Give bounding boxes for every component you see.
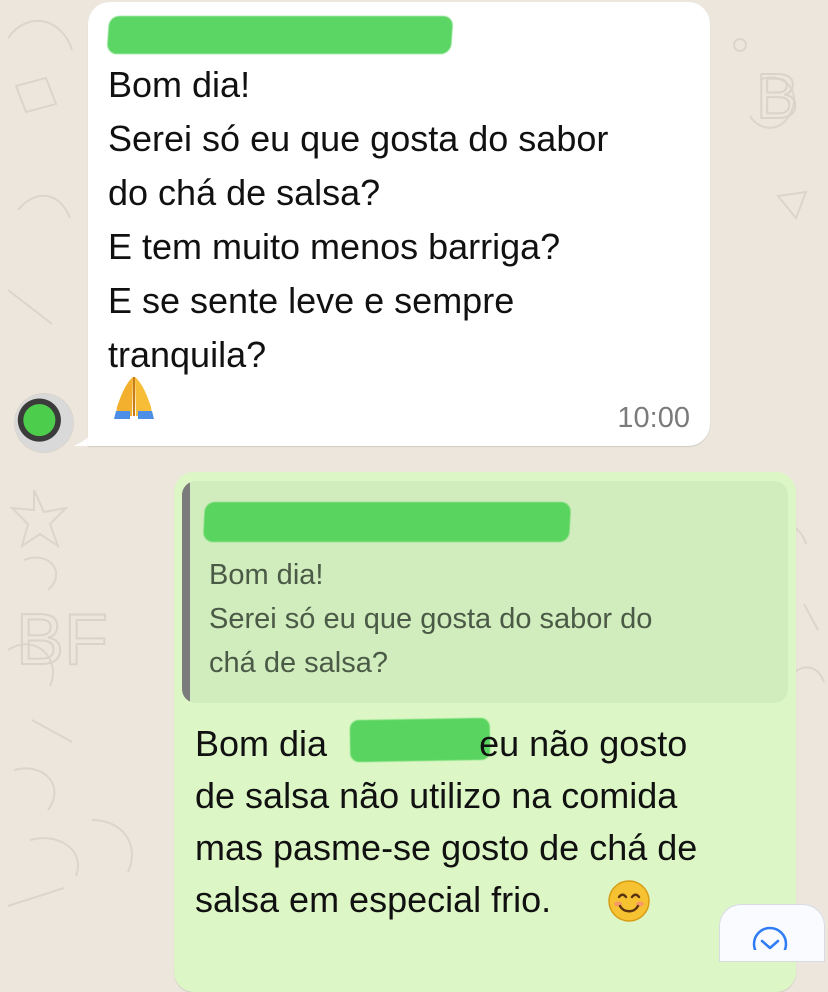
outgoing-message-line: de salsa não utilizo na comida (195, 775, 678, 816)
quote-accent-bar (182, 481, 190, 703)
sender-name-redaction (106, 16, 454, 54)
incoming-message-line: E tem muito menos barriga? (108, 226, 561, 267)
incoming-message-line: Serei só eu que gosta do sabor (108, 118, 609, 159)
incoming-message-line: Bom dia! (108, 64, 251, 105)
incoming-message-line: E se sente leve e sempre (108, 280, 515, 321)
quoted-message-line: Serei só eu que gosta do sabor do (209, 603, 653, 635)
contact-avatar[interactable] (15, 394, 73, 452)
quoted-message-line: chá de salsa? (209, 647, 388, 679)
incoming-message-time: 10:00 (617, 402, 690, 434)
chevron-down-icon[interactable] (752, 926, 788, 950)
outgoing-message-line: salsa em especial frio. (195, 879, 552, 920)
incoming-message-line: tranquila? (108, 334, 267, 375)
incoming-message-line: do chá de salsa? (108, 172, 381, 213)
quoted-message-text: Bom dia! Serei só eu que gosta do sabor … (209, 553, 769, 685)
quoted-sender-redaction (202, 502, 572, 542)
folded-hands-icon (114, 377, 154, 419)
svg-text:BF: BF (16, 600, 108, 680)
reply-greeting: Bom dia (195, 723, 328, 764)
outgoing-message-line: mas pasme-se gosto de chá de (195, 827, 698, 868)
outgoing-message-line: Bom dia eu não gosto (195, 718, 785, 770)
svg-text:B: B (756, 60, 799, 132)
incoming-message-text: Bom dia! Serei só eu que gosta do sabor … (108, 58, 688, 382)
quoted-message-line: Bom dia! (209, 559, 324, 591)
redacted-name-space (337, 720, 469, 756)
reply-after-name: eu não gosto (479, 723, 688, 764)
smiling-face-icon (608, 880, 650, 922)
outgoing-message-text: Bom dia eu não gosto de salsa não utiliz… (195, 718, 785, 926)
